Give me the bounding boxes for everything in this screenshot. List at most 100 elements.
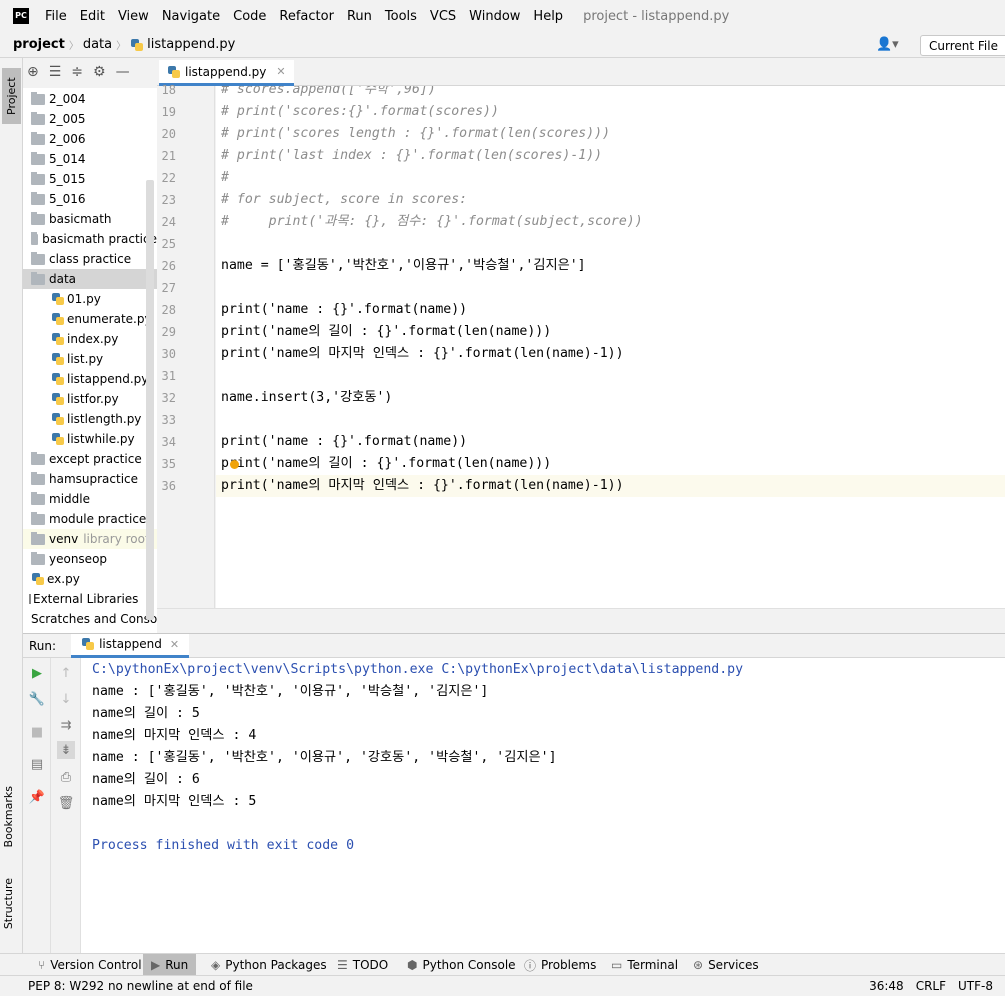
menu-code[interactable]: Code <box>233 9 266 24</box>
menu-navigate[interactable]: Navigate <box>162 9 220 24</box>
tree-item[interactable]: listappend.py <box>23 369 157 389</box>
tree-item[interactable]: basicmath <box>23 209 157 229</box>
menu-help[interactable]: Help <box>533 9 563 24</box>
soft-wrap-icon[interactable]: ⇉ <box>57 716 75 734</box>
down-arrow-icon[interactable]: ↓ <box>57 690 75 708</box>
tool-window-label: Python Console <box>422 958 516 972</box>
code-line[interactable]: print('name : {}'.format(name)) <box>221 431 467 453</box>
code-line[interactable]: # print('last index : {}'.format(len(sco… <box>221 145 602 167</box>
tree-item[interactable]: 2_006 <box>23 129 157 149</box>
tree-item[interactable]: hamsupractice <box>23 469 157 489</box>
code-line[interactable]: print('name의 길이 : {}'.format(len(name))) <box>221 453 551 475</box>
tree-item[interactable]: ex.py <box>23 569 157 589</box>
menu-tools[interactable]: Tools <box>385 9 417 24</box>
pin-icon[interactable]: 📌 <box>28 788 46 806</box>
code-line[interactable]: # print('scores length : {}'.format(len(… <box>221 123 610 145</box>
run-console-output[interactable]: C:\pythonEx\project\venv\Scripts\python.… <box>81 658 1005 953</box>
expand-all-icon[interactable]: ☰ <box>49 64 62 80</box>
tree-item-label: data <box>49 272 77 286</box>
cursor-position[interactable]: 36:48 <box>869 979 904 993</box>
tree-item[interactable]: 2_005 <box>23 109 157 129</box>
tool-window-services[interactable]: ⊛ Services <box>685 954 767 976</box>
tree-item[interactable]: enumerate.py <box>23 309 157 329</box>
tree-item[interactable]: 01.py <box>23 289 157 309</box>
menu-vcs[interactable]: VCS <box>430 9 456 24</box>
tool-window-python-console[interactable]: ⬢ Python Console <box>399 954 524 976</box>
tree-item[interactable]: class practice <box>23 249 157 269</box>
tool-window-version-control[interactable]: ⑂ Version Control <box>30 954 150 976</box>
tree-item[interactable]: 5_016 <box>23 189 157 209</box>
tool-window-problems[interactable]: ⓘ Problems <box>516 954 604 976</box>
tree-item[interactable]: 5_015 <box>23 169 157 189</box>
scroll-to-end-icon[interactable]: ⇟ <box>57 741 75 759</box>
breadcrumb-project[interactable]: project <box>0 37 65 52</box>
collapse-all-icon[interactable]: ≑ <box>71 64 83 80</box>
intention-bulb-icon[interactable] <box>230 460 239 469</box>
tab-bookmarks[interactable]: Bookmarks <box>2 786 15 847</box>
code-line[interactable]: name = ['홍길동','박찬호','이용규','박승철','김지은'] <box>221 255 586 277</box>
menu-window[interactable]: Window <box>469 9 520 24</box>
tree-item[interactable]: 5_014 <box>23 149 157 169</box>
minimize-icon[interactable]: — <box>116 64 130 80</box>
stop-icon[interactable]: ■ <box>28 723 46 741</box>
code-line[interactable]: print('name : {}'.format(name)) <box>221 299 467 321</box>
tree-item[interactable]: module practice <box>23 509 157 529</box>
code-line[interactable]: # print('과목: {}, 점수: {}'.format(subject,… <box>221 211 643 233</box>
code-line[interactable]: print('name의 마지막 인덱스 : {}'.format(len(na… <box>221 343 624 365</box>
code-line[interactable]: # scores.append(['수학',96]) <box>221 86 436 101</box>
file-encoding[interactable]: UTF-8 <box>958 979 993 993</box>
close-icon[interactable]: ✕ <box>170 638 179 651</box>
tool-window-run[interactable]: ▶ Run <box>143 954 197 976</box>
tree-item[interactable]: listfor.py <box>23 389 157 409</box>
tab-structure[interactable]: Structure <box>2 878 15 929</box>
tree-item[interactable]: data <box>23 269 157 289</box>
breadcrumb-data[interactable]: data <box>83 37 112 52</box>
code-line[interactable]: # for subject, score in scores: <box>221 189 467 211</box>
print-icon[interactable]: ⎙ <box>57 768 75 786</box>
menu-run[interactable]: Run <box>347 9 372 24</box>
tree-item[interactable]: middle <box>23 489 157 509</box>
tree-item[interactable]: Scratches and Consoles <box>23 609 157 629</box>
tree-item[interactable]: basicmath practice <box>23 229 157 249</box>
menu-file[interactable]: File <box>45 9 67 24</box>
rerun-icon[interactable]: ▶ <box>28 664 46 682</box>
status-message[interactable]: PEP 8: W292 no newline at end of file <box>28 979 869 993</box>
code-line[interactable]: # <box>221 167 229 189</box>
tree-item-label: 5_014 <box>49 152 86 166</box>
code-line[interactable]: print('name의 마지막 인덱스 : {}'.format(len(na… <box>216 475 1005 497</box>
user-account-icon[interactable]: 👤▾ <box>876 37 906 53</box>
tool-window-python-packages[interactable]: ◈ Python Packages <box>203 954 335 976</box>
code-editor[interactable]: # scores.append(['수학',96]) # print('score… <box>216 86 1005 608</box>
tree-item[interactable]: yeonseop <box>23 549 157 569</box>
tool-window-todo[interactable]: ☰ TODO <box>329 954 396 976</box>
tab-project[interactable]: Project <box>2 68 21 124</box>
close-icon[interactable]: ✕ <box>276 65 285 78</box>
tree-item[interactable]: venv library root <box>23 529 157 549</box>
tree-item[interactable]: External Libraries <box>23 589 157 609</box>
tree-item[interactable]: list.py <box>23 349 157 369</box>
code-line[interactable]: print('name의 길이 : {}'.format(len(name))) <box>221 321 551 343</box>
bottom-tool-bar: ⑂ Version Control ▶ Run ◈ Python Packages ☰ TOD… <box>0 953 1005 976</box>
breadcrumb-file[interactable]: listappend.py <box>147 37 235 52</box>
code-line[interactable]: # print('scores:{}'.format(scores)) <box>221 101 499 123</box>
tree-item[interactable]: index.py <box>23 329 157 349</box>
layout-icon[interactable]: ▤ <box>28 755 46 773</box>
tree-item[interactable]: except practice <box>23 449 157 469</box>
menu-refactor[interactable]: Refactor <box>279 9 334 24</box>
tool-window-terminal[interactable]: ▭ Terminal <box>603 954 686 976</box>
editor-tab-listappend[interactable]: listappend.py ✕ <box>159 60 294 86</box>
locate-icon[interactable]: ⊕ <box>27 64 39 80</box>
line-separator[interactable]: CRLF <box>916 979 946 993</box>
wrench-icon[interactable]: 🔧 <box>28 690 46 708</box>
trash-icon[interactable]: 🗑 <box>57 794 75 812</box>
menu-edit[interactable]: Edit <box>80 9 105 24</box>
code-line[interactable]: name.insert(3,'강호동') <box>221 387 392 409</box>
tree-item[interactable]: listwhile.py <box>23 429 157 449</box>
run-configuration-select[interactable]: Current File <box>920 35 1005 56</box>
run-tab-listappend[interactable]: listappend ✕ <box>71 633 190 658</box>
tree-item[interactable]: listlength.py <box>23 409 157 429</box>
tree-item[interactable]: 2_004 <box>23 89 157 109</box>
gear-icon[interactable]: ⚙ <box>93 64 106 80</box>
up-arrow-icon[interactable]: ↑ <box>57 664 75 682</box>
menu-view[interactable]: View <box>118 9 149 24</box>
